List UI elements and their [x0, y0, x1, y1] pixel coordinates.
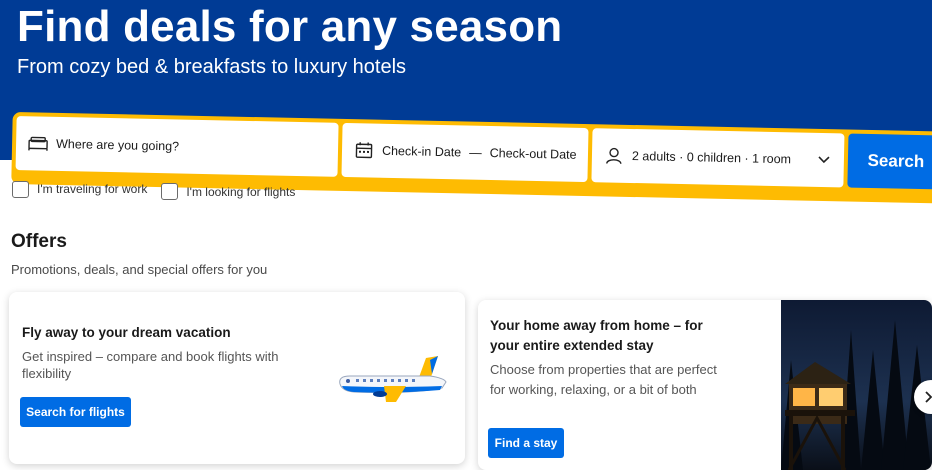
checkbox-box[interactable] — [12, 180, 29, 198]
flights-checkbox[interactable]: I'm looking for flights — [161, 183, 295, 200]
destination-input[interactable]: Where are you going? — [15, 116, 339, 177]
hero-subtitle: From cozy bed & breakfasts to luxury hot… — [17, 56, 407, 78]
flights-label: I'm looking for flights — [186, 184, 296, 199]
guests-selector[interactable]: 2 adults · 0 children · 1 room — [591, 128, 845, 188]
offer-card-description: Choose from properties that are perfect … — [490, 362, 717, 397]
date-separator: — — [469, 145, 482, 160]
search-flights-button[interactable]: Search for flights — [20, 397, 131, 427]
cabin-at-night-photo — [781, 300, 932, 470]
calendar-icon — [354, 140, 374, 160]
hero-title: Find deals for any season — [17, 2, 563, 51]
search-options: I'm traveling for work I'm looking for f… — [12, 178, 309, 200]
bed-icon — [28, 133, 48, 153]
offer-card-title: Your home away from home – for your enti… — [490, 318, 703, 353]
date-picker[interactable]: Check-in Date — Check-out Date — [341, 122, 589, 183]
checkout-date: Check-out Date — [489, 146, 577, 162]
search-button[interactable]: Search — [847, 133, 932, 190]
offer-card-flights: Fly away to your dream vacation Get insp… — [9, 292, 465, 464]
person-icon — [604, 145, 624, 165]
checkbox-box[interactable] — [161, 183, 179, 200]
airplane-illustration — [339, 356, 447, 402]
chevron-down-icon — [818, 153, 830, 167]
offers-heading: Offers — [11, 231, 67, 252]
chevron-right-icon — [925, 391, 932, 403]
destination-placeholder: Where are you going? — [55, 136, 180, 154]
offer-card-extended-stay: Your home away from home – for your enti… — [478, 300, 932, 470]
offer-card-title: Fly away to your dream vacation — [22, 325, 231, 340]
checkin-date: Check-in Date — [381, 143, 462, 160]
offer-card-description: Get inspired – compare and book flights … — [22, 349, 279, 381]
work-travel-checkbox[interactable]: I'm traveling for work — [12, 178, 147, 200]
offers-subheading: Promotions, deals, and special offers fo… — [11, 262, 268, 277]
guests-summary: 2 adults · 0 children · 1 room — [631, 148, 792, 167]
work-travel-label: I'm traveling for work — [37, 182, 148, 196]
find-stay-button[interactable]: Find a stay — [488, 428, 564, 458]
